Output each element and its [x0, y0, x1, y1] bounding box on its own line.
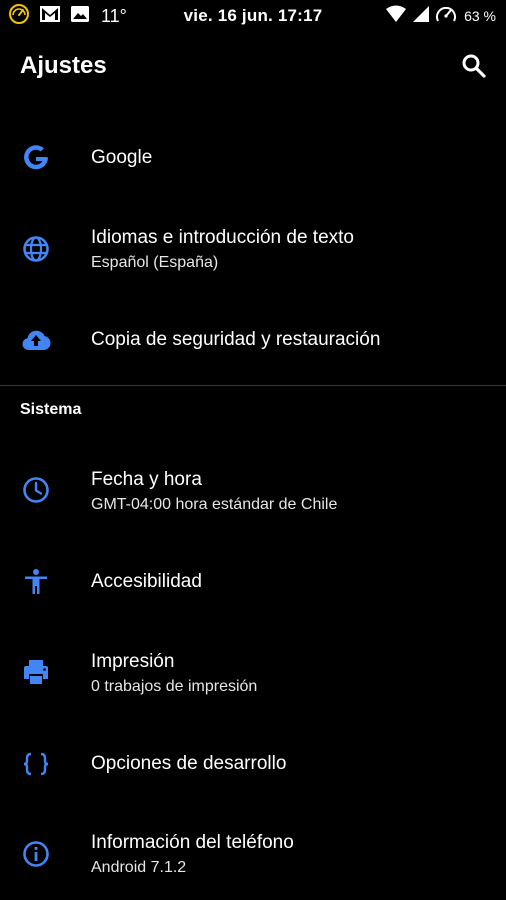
- accessibility-icon: [20, 566, 52, 598]
- cloud-upload-icon: [20, 324, 52, 356]
- search-icon: [462, 54, 486, 78]
- item-title: Idiomas e introducción de texto: [91, 227, 354, 248]
- item-title: Google: [91, 147, 153, 168]
- item-subtitle: 0 trabajos de impresión: [91, 678, 258, 695]
- section-divider: [0, 385, 506, 386]
- item-title: Opciones de desarrollo: [91, 753, 287, 774]
- settings-item-printing[interactable]: Impresión 0 trabajos de impresión: [0, 626, 506, 722]
- clock-icon: [20, 474, 52, 506]
- settings-item-developer-options[interactable]: Opciones de desarrollo: [0, 722, 506, 808]
- status-bar-right: 63 %: [385, 5, 496, 27]
- speedometer-icon: [435, 4, 457, 29]
- settings-item-date-time[interactable]: Fecha y hora GMT-04:00 hora estándar de …: [0, 446, 506, 540]
- cell-signal-icon: [412, 5, 430, 28]
- app-bar: Ajustes: [0, 32, 506, 102]
- wifi-icon: [385, 5, 407, 28]
- page-title: Ajustes: [20, 52, 107, 79]
- settings-item-accessibility[interactable]: Accesibilidad: [0, 540, 506, 626]
- item-subtitle: Español (España): [91, 254, 219, 271]
- google-icon: [20, 142, 52, 174]
- print-icon: [20, 656, 52, 688]
- battery-text: 63 %: [464, 8, 496, 24]
- code-braces-icon: [20, 748, 52, 780]
- globe-icon: [20, 233, 52, 265]
- item-title: Fecha y hora: [91, 469, 202, 490]
- status-bar: 11° vie. 16 jun. 17:17 63 %: [0, 0, 506, 32]
- section-header-system: Sistema: [20, 401, 82, 418]
- item-title: Accesibilidad: [91, 571, 202, 592]
- item-title: Información del teléfono: [91, 832, 294, 853]
- settings-item-google[interactable]: Google: [0, 112, 506, 204]
- settings-item-languages[interactable]: Idiomas e introducción de texto Español …: [0, 204, 506, 298]
- item-title: Copia de seguridad y restauración: [91, 329, 381, 350]
- item-subtitle: GMT-04:00 hora estándar de Chile: [91, 496, 338, 513]
- item-title: Impresión: [91, 651, 175, 672]
- settings-item-backup[interactable]: Copia de seguridad y restauración: [0, 298, 506, 384]
- info-icon: [20, 838, 52, 870]
- settings-item-about-phone[interactable]: Información del teléfono Android 7.1.2: [0, 808, 506, 900]
- item-subtitle: Android 7.1.2: [91, 859, 187, 876]
- search-button[interactable]: [460, 52, 488, 80]
